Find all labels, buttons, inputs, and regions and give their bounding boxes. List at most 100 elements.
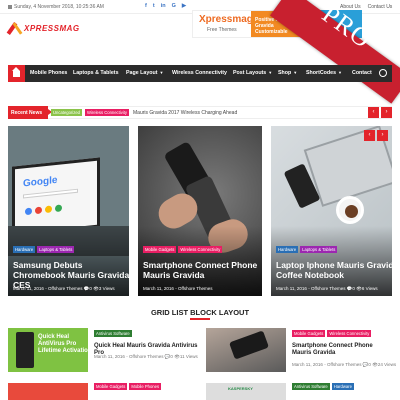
- nav-item-contact[interactable]: Contact: [352, 70, 372, 76]
- phone-image: [16, 332, 34, 368]
- tag-uncategorized[interactable]: Uncategorized: [51, 109, 83, 116]
- post-thumbnail[interactable]: KASPERSKY: [206, 383, 286, 400]
- search-bar-image: [23, 188, 78, 199]
- chevron-down-icon: ▼: [159, 70, 164, 75]
- card-meta: March 11, 2016 - Offshore Themes 💬0 👁3 V…: [13, 286, 115, 291]
- nav-item-post-layouts[interactable]: Post Layouts ▼: [233, 70, 272, 76]
- tag-wireless-connectivity[interactable]: Wireless Connectivity: [178, 246, 223, 253]
- view-count: 11 Views: [179, 354, 198, 359]
- twitter-icon[interactable]: t: [153, 3, 155, 9]
- comment-count: 0: [352, 286, 355, 291]
- tag-mobile-gadgets[interactable]: Mobile Gadgets: [143, 246, 177, 253]
- nav-label: Page Layout: [126, 70, 158, 76]
- slider-arrows: ‹ ›: [364, 130, 388, 141]
- laptop-image: Google: [12, 157, 100, 237]
- tag-laptops-tablets[interactable]: Laptops & Tablets: [37, 246, 75, 253]
- tag-hardware[interactable]: Hardware: [13, 246, 36, 253]
- view-count: 6 Views: [361, 286, 378, 291]
- post-date: March 11, 2016: [13, 286, 44, 291]
- view-count: 3 Views: [98, 286, 115, 291]
- tag-hardware[interactable]: Hardware: [331, 383, 354, 390]
- section-underline: [190, 318, 210, 320]
- banner-subtitle: Free Themes: [207, 27, 237, 33]
- card-tags: Mobile Gadgets Wireless Connectivity: [143, 246, 223, 253]
- chevron-down-icon: ▼: [338, 70, 342, 75]
- post-meta: March 11, 2016 - Offshore Themes 💬0 👁24 …: [292, 362, 397, 367]
- card-title[interactable]: Laptop Iphone Mauris Gravida Coffee Note…: [276, 260, 392, 280]
- post-author[interactable]: Offshore Themes: [129, 354, 164, 359]
- featured-card[interactable]: Google Hardware Laptops & Tablets Samsun…: [8, 126, 129, 296]
- tag-mobile-gadgets[interactable]: Mobile Gadgets: [94, 383, 128, 390]
- coffee-cup-image: [336, 196, 364, 224]
- google-logo: Google: [23, 174, 58, 190]
- post-author[interactable]: Offshore Themes: [327, 362, 362, 367]
- tag-mobile-phones[interactable]: Mobile Phones: [129, 383, 162, 390]
- facebook-icon[interactable]: f: [145, 3, 147, 9]
- post-thumbnail[interactable]: [206, 328, 286, 372]
- nav-item-shop[interactable]: Shop ▼: [278, 70, 297, 76]
- post-author[interactable]: Offshore Themes: [48, 286, 83, 291]
- slider-prev-button[interactable]: ‹: [364, 130, 375, 141]
- calendar-icon: [8, 4, 12, 9]
- tag-hardware[interactable]: Hardware: [276, 246, 299, 253]
- post-meta: March 11, 2016 - Offshore Themes 💬0 👁11 …: [94, 354, 198, 359]
- ticker-prev-button[interactable]: ‹: [368, 107, 379, 118]
- tag-antivirus-software[interactable]: Antivirus Software: [94, 330, 132, 337]
- tag-antivirus-software[interactable]: Antivirus Software: [292, 383, 330, 390]
- recent-news-ticker: Recent News Uncategorized Wireless Conne…: [8, 106, 392, 119]
- banner-title: Xpressmag: [199, 14, 253, 25]
- slider-next-button[interactable]: ›: [377, 130, 388, 141]
- comment-count: 0: [368, 362, 371, 367]
- logo-text: XPRESSMAG: [24, 23, 80, 33]
- post-tags: Mobile Gadgets Wireless Connectivity: [292, 330, 372, 337]
- nav-label: Shop: [278, 70, 292, 76]
- site-logo[interactable]: XPRESSMAG: [8, 22, 80, 34]
- post-date: March 11, 2016: [276, 286, 307, 291]
- home-icon: [12, 67, 20, 77]
- nav-item-page-layout[interactable]: Page Layout ▼: [126, 70, 163, 76]
- post-date: March 11, 2016: [292, 362, 323, 367]
- home-button[interactable]: [8, 65, 25, 82]
- featured-card[interactable]: ‹ › Hardware Laptops & Tablets Laptop Ip…: [271, 126, 392, 296]
- tag-wireless-connectivity[interactable]: Wireless Connectivity: [327, 330, 372, 337]
- card-title[interactable]: Smartphone Connect Phone Mauris Gravida: [143, 260, 262, 280]
- tag-laptops-tablets[interactable]: Laptops & Tablets: [300, 246, 338, 253]
- nav-item-mobile-phones[interactable]: Mobile Phones: [30, 70, 67, 76]
- chevron-down-icon: ▼: [268, 70, 273, 75]
- search-icon[interactable]: [379, 69, 387, 77]
- nav-item-laptops-tablets[interactable]: Laptops & Tablets: [73, 70, 119, 76]
- contact-us-link[interactable]: Contact Us: [368, 4, 393, 10]
- post-title[interactable]: Smartphone Connect Phone Mauris Gravida: [292, 343, 392, 357]
- nav-item-shortcodes[interactable]: ShortCodes ▼: [306, 70, 342, 76]
- recent-news-title[interactable]: Mauris Gravida 2017 Wireless Charging Ah…: [133, 110, 237, 116]
- post-tags: Mobile Gadgets Mobile Phones: [94, 383, 162, 390]
- post-thumbnail[interactable]: [8, 383, 88, 400]
- page: Sunday, 4 November 2018, 10:25:36 AM f t…: [0, 0, 400, 400]
- post-tags: Antivirus Software: [94, 330, 132, 337]
- post-date: March 11, 2016: [143, 286, 174, 291]
- card-tags: Hardware Laptops & Tablets: [13, 246, 75, 253]
- card-meta: March 11, 2016 - Offshore Themes: [143, 286, 213, 291]
- google-plus-icon[interactable]: G: [172, 3, 176, 9]
- app-icons-image: [25, 204, 62, 216]
- post-thumbnail[interactable]: Quick Heal AntiVirus Pro Lifetime Activa…: [8, 328, 88, 372]
- date-display: Sunday, 4 November 2018, 10:25:36 AM: [8, 4, 104, 10]
- nav-label: Post Layouts: [233, 70, 267, 76]
- comment-count: 0: [89, 286, 92, 291]
- section-title: GRID LIST BLOCK LAYOUT: [150, 308, 250, 317]
- card-tags: Hardware Laptops & Tablets: [276, 246, 338, 253]
- nav-label: ShortCodes: [306, 70, 337, 76]
- recent-news-label: Recent News: [8, 106, 52, 119]
- linkedin-icon[interactable]: in: [161, 3, 166, 9]
- tag-mobile-gadgets[interactable]: Mobile Gadgets: [292, 330, 326, 337]
- nav-item-wireless-connectivity[interactable]: Wireless Connectivity: [172, 70, 227, 76]
- tag-wireless-connectivity[interactable]: Wireless Connectivity: [85, 109, 130, 116]
- post-author[interactable]: Offshore Themes: [311, 286, 346, 291]
- youtube-icon[interactable]: ▶: [182, 3, 186, 9]
- ticker-next-button[interactable]: ›: [381, 107, 392, 118]
- post-author[interactable]: Offshore Themes: [178, 286, 213, 291]
- date-text: Sunday, 4 November 2018, 10:25:36 AM: [14, 4, 104, 10]
- featured-card[interactable]: Mobile Gadgets Wireless Connectivity Sma…: [138, 126, 262, 296]
- social-links: f t in G ▶: [145, 3, 186, 9]
- post-tags: Antivirus Software Hardware: [292, 383, 354, 390]
